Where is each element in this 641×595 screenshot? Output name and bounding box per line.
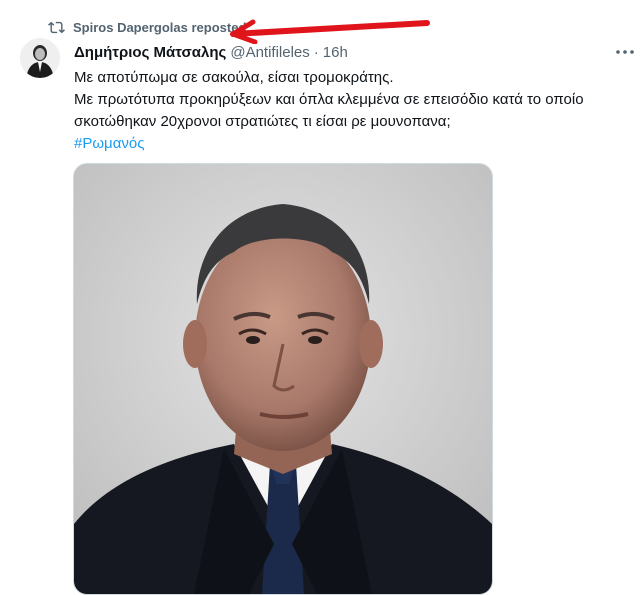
separator-dot: · xyxy=(313,43,319,61)
repost-label: Spiros Dapergolas reposted xyxy=(73,19,247,35)
tweet-header: Δημήτριος Μάτσαλης @Antifileles · 16h xyxy=(74,42,348,62)
avatar-portrait xyxy=(20,38,60,78)
repost-indicator[interactable]: Spiros Dapergolas reposted xyxy=(48,17,246,37)
author-handle[interactable]: @Antifileles xyxy=(230,44,309,61)
annotation-arrow xyxy=(230,19,430,44)
author-name[interactable]: Δημήτριος Μάτσαλης xyxy=(74,44,226,61)
portrait-photo xyxy=(74,164,492,594)
more-dots-icon[interactable] xyxy=(613,42,637,62)
author-avatar[interactable] xyxy=(20,38,60,78)
tweet-text: Με αποτύπωμα σε σακούλα, είσαι τρομοκράτ… xyxy=(74,67,614,155)
tweet-timestamp[interactable]: 16h xyxy=(323,44,348,61)
repost-icon xyxy=(48,21,65,33)
hashtag-link[interactable]: #Ρωμανός xyxy=(74,135,144,152)
tweet-text-line-2: Με πρωτότυπα προκηρύξεων και όπλα κλεμμέ… xyxy=(74,91,584,130)
tweet-photo[interactable] xyxy=(73,163,493,595)
tweet-text-line-1: Με αποτύπωμα σε σακούλα, είσαι τρομοκράτ… xyxy=(74,69,394,86)
